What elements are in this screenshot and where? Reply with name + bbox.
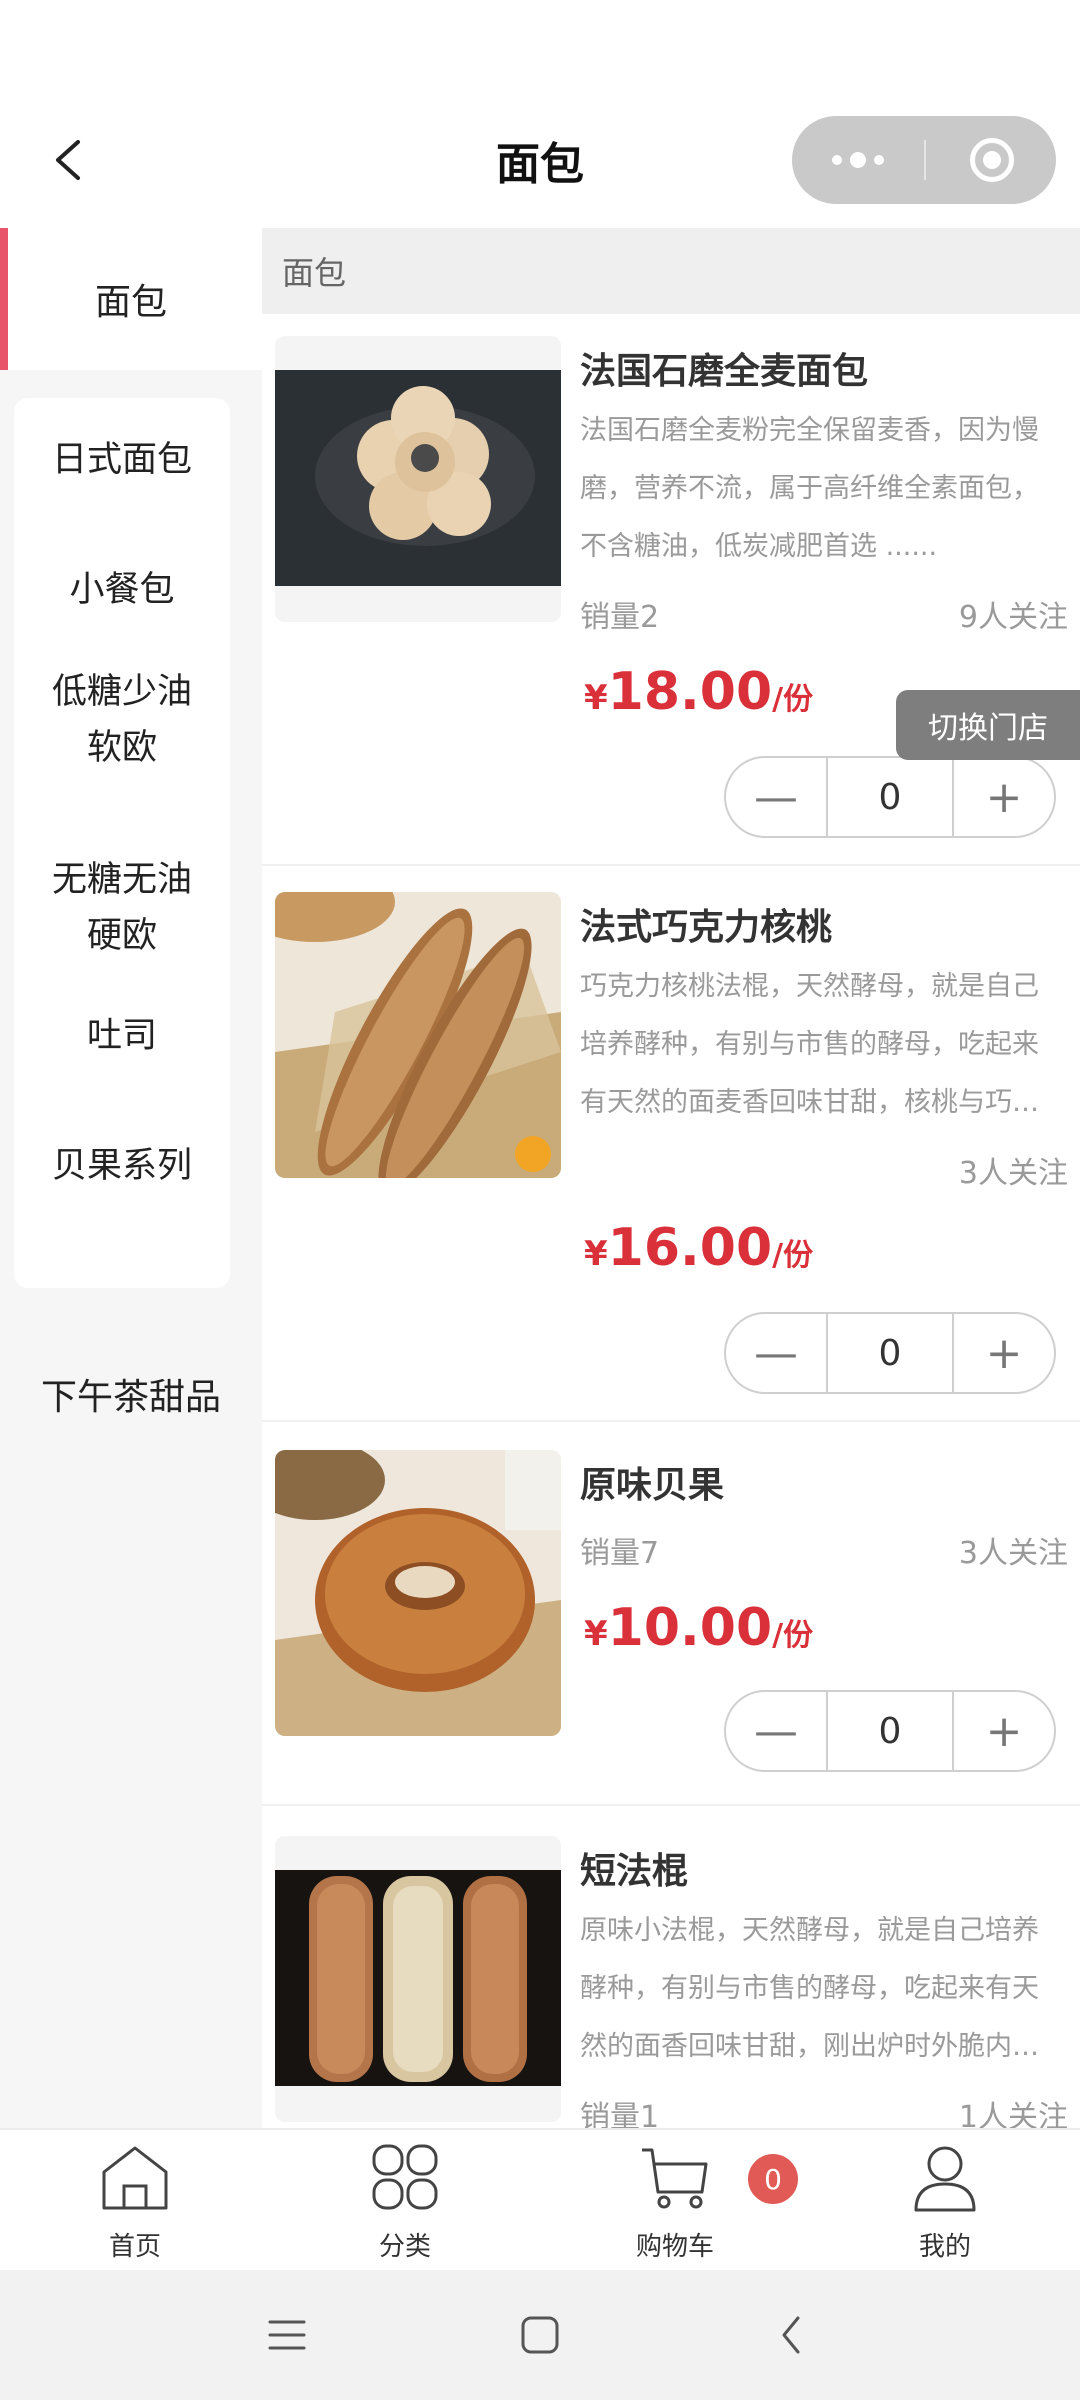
product-price: ¥10.00/份 <box>584 1598 813 1658</box>
sales-count: 销量7 <box>580 1536 660 1571</box>
currency-symbol: ¥ <box>584 1234 608 1274</box>
product-image[interactable] <box>275 892 561 1178</box>
subcategory-item[interactable]: 无糖无油硬欧 <box>52 852 192 964</box>
cart-icon <box>642 2148 708 2209</box>
product-image[interactable] <box>275 1450 561 1736</box>
increase-button[interactable]: + <box>954 1314 1054 1392</box>
header: 面包 <box>0 0 1080 228</box>
subcategory-item[interactable]: 低糖少油软欧 <box>52 664 192 776</box>
bottom-tab-bar: 首页 分类 购物车 0 我的 <box>0 2128 1080 2270</box>
divider <box>262 864 1080 866</box>
category-label: 面包 <box>94 282 167 323</box>
tab-label: 首页 <box>108 2232 161 2262</box>
quantity-stepper: — 0 + <box>724 756 1056 838</box>
subcategory-item[interactable]: 小餐包 <box>14 562 230 618</box>
divider <box>262 1804 1080 1806</box>
product-card[interactable]: 法国石磨全麦面包 法国石磨全麦粉完全保留麦香，因为慢 磨，营养不流，属于高纤维全… <box>262 336 1080 876</box>
currency-symbol: ¥ <box>584 1614 608 1654</box>
sales-count: 销量2 <box>580 600 660 635</box>
product-price: ¥16.00/份 <box>584 1218 813 1278</box>
increase-button[interactable]: + <box>954 758 1054 836</box>
product-name: 原味贝果 <box>580 1465 725 1506</box>
desc-line: 有天然的面麦香回味甘甜，核桃与巧… <box>580 1087 1039 1118</box>
follower-count: 9人关注 <box>958 600 1068 635</box>
desc-line: 法国石磨全麦粉完全保留麦香，因为慢 <box>580 415 1039 446</box>
subcategory-item[interactable]: 贝果系列 <box>14 1138 230 1194</box>
price-unit: /份 <box>772 1238 814 1273</box>
switch-store-button[interactable]: 切换门店 <box>896 690 1080 760</box>
desc-line: 原味小法棍，天然酵母，就是自己培养 <box>580 1915 1039 1946</box>
desc-line: 培养酵种，有别与市售的酵母，吃起来 <box>580 1029 1039 1060</box>
more-menu-icon[interactable] <box>822 140 894 180</box>
product-description: 原味小法棍，天然酵母，就是自己培养 酵种，有别与市售的酵母，吃起来有天 然的面香… <box>580 1902 1070 2076</box>
section-header: 面包 <box>262 228 1080 314</box>
price-unit: /份 <box>772 1618 814 1653</box>
capsule-divider <box>924 140 926 180</box>
desc-line: 酵种，有别与市售的酵母，吃起来有天 <box>580 1973 1039 2004</box>
desc-line: 然的面香回味甘甜，刚出炉时外脆内… <box>580 2031 1039 2062</box>
tab-category[interactable]: 分类 <box>270 2130 540 2272</box>
product-card[interactable]: 原味贝果 销量7 3人关注 ¥10.00/份 — 0 + <box>262 1450 1080 1810</box>
product-name: 短法棍 <box>580 1851 689 1892</box>
system-navigation-bar <box>0 2270 1080 2400</box>
desc-line: 巧克力核桃法棍，天然酵母，就是自己 <box>580 971 1039 1002</box>
sales-count: 销量1 <box>580 2100 660 2128</box>
quantity-value: 0 <box>826 1314 954 1392</box>
miniprogram-capsule <box>792 116 1056 204</box>
tab-label: 分类 <box>378 2232 431 2262</box>
follower-count: 3人关注 <box>958 1536 1068 1571</box>
desc-line: 不含糖油，低炭减肥首选 ...... <box>580 531 938 562</box>
product-image[interactable] <box>275 336 561 622</box>
currency-symbol: ¥ <box>584 678 608 718</box>
product-price: ¥18.00/份 <box>584 662 813 722</box>
quantity-value: 0 <box>826 758 954 836</box>
product-description: 法国石磨全麦粉完全保留麦香，因为慢 磨，营养不流，属于高纤维全素面包， 不含糖油… <box>580 402 1070 576</box>
product-image[interactable] <box>275 1836 561 2122</box>
quantity-value: 0 <box>826 1692 954 1770</box>
price-value: 10.00 <box>607 1598 773 1658</box>
follower-count: 3人关注 <box>958 1156 1068 1191</box>
category-sidebar: 面包 日式面包 小餐包 低糖少油软欧 无糖无油硬欧 吐司 贝果系列 下午茶甜品 <box>0 228 262 2128</box>
desc-line: 磨，营养不流，属于高纤维全素面包， <box>580 473 1039 504</box>
decrease-button[interactable]: — <box>726 1314 826 1392</box>
tab-home[interactable]: 首页 <box>0 2130 270 2272</box>
user-icon <box>914 2146 976 2212</box>
home-icon <box>102 2146 168 2210</box>
quantity-stepper: — 0 + <box>724 1312 1056 1394</box>
subcategory-item[interactable]: 吐司 <box>14 1008 230 1064</box>
product-card[interactable]: 法式巧克力核桃 巧克力核桃法棍，天然酵母，就是自己 培养酵种，有别与市售的酵母，… <box>262 892 1080 1432</box>
price-value: 18.00 <box>607 662 773 722</box>
home-square-icon[interactable] <box>515 2310 565 2360</box>
category-bread[interactable]: 面包 <box>0 228 262 370</box>
quantity-stepper: — 0 + <box>724 1690 1056 1772</box>
product-list: 面包 法国石磨全麦面包 法国石磨全麦粉完全保留麦香，因为慢 磨，营养不流，属于高… <box>262 228 1080 2128</box>
subcategory-item[interactable]: 日式面包 <box>14 432 230 488</box>
back-arrow-icon[interactable] <box>768 2310 818 2360</box>
decrease-button[interactable]: — <box>726 1692 826 1770</box>
tab-profile[interactable]: 我的 <box>810 2130 1080 2272</box>
close-miniprogram-icon[interactable] <box>970 138 1014 182</box>
price-unit: /份 <box>772 682 814 717</box>
product-card[interactable]: 短法棍 原味小法棍，天然酵母，就是自己培养 酵种，有别与市售的酵母，吃起来有天 … <box>262 1836 1080 2128</box>
price-value: 16.00 <box>607 1218 773 1278</box>
tab-label: 我的 <box>918 2232 971 2262</box>
tab-label: 购物车 <box>635 2232 714 2262</box>
cart-badge: 0 <box>748 2154 798 2204</box>
category-afternoon-tea[interactable]: 下午茶甜品 <box>0 1368 262 1420</box>
divider <box>262 1420 1080 1422</box>
category-icon <box>372 2144 438 2210</box>
decrease-button[interactable]: — <box>726 758 826 836</box>
increase-button[interactable]: + <box>954 1692 1054 1770</box>
active-indicator <box>0 228 8 370</box>
product-name: 法式巧克力核桃 <box>580 907 833 948</box>
subcategory-list: 日式面包 小餐包 低糖少油软欧 无糖无油硬欧 吐司 贝果系列 <box>14 398 230 1288</box>
product-description: 巧克力核桃法棍，天然酵母，就是自己 培养酵种，有别与市售的酵母，吃起来 有天然的… <box>580 958 1070 1132</box>
product-name: 法国石磨全麦面包 <box>580 351 869 392</box>
menu-icon[interactable] <box>262 2310 312 2360</box>
follower-count: 1人关注 <box>958 2100 1068 2128</box>
